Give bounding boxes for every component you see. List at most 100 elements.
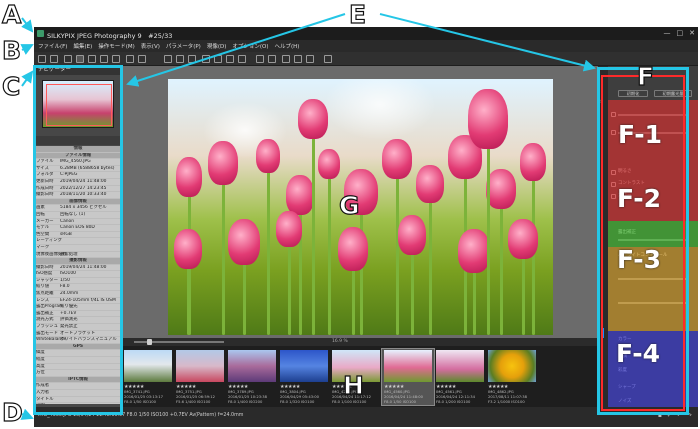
tulip-flower	[256, 139, 280, 173]
tulip-flower	[298, 99, 328, 139]
tulip-flower	[318, 149, 340, 179]
annotation-f: F	[636, 62, 655, 91]
filmstrip-thumbnail[interactable]: ★★★★★ IMG_4561.JPG 2016/04/24 12:11:34 F8.0…	[434, 349, 486, 405]
thumbnail-name: IMG_4561.JPG	[436, 390, 462, 394]
view-filmstrip-icon[interactable]	[76, 55, 84, 63]
rotate-left-icon[interactable]	[202, 55, 210, 63]
thumbnail-date: 2016/04/29 05:43:00	[280, 395, 319, 399]
annotation-f4: F-4	[616, 339, 661, 368]
menu-bar: ファイル(F) 編集(E) 操作モード(M) 表示(V) パラメータ(P) 現像…	[34, 40, 698, 52]
tulip-flower	[486, 169, 516, 209]
thumbnail-exif: F8.0 1/320 ISO100	[280, 400, 315, 404]
print-icon[interactable]	[294, 55, 302, 63]
mail-icon[interactable]	[238, 55, 246, 63]
view-single-icon[interactable]	[64, 55, 72, 63]
slider-knob[interactable]	[147, 339, 152, 345]
main-photo[interactable]	[168, 79, 553, 335]
tulip-flower	[468, 89, 508, 149]
batch-develop-icon[interactable]	[268, 55, 276, 63]
filmstrip-thumbnail[interactable]: ★★★★★ IMG_3751.JPG 2016/01/25 06:59:12 F5.6…	[174, 349, 226, 405]
thumbnail-exif: F8.0 1/100 ISO100	[332, 400, 367, 404]
maximize-button[interactable]: □	[677, 29, 684, 37]
thumbnail-exif: F5.6 1/400 ISO100	[176, 400, 211, 404]
thumbnail-name: IMG_3804.JPG	[280, 390, 306, 394]
tulip-stem	[429, 199, 432, 335]
filmstrip-thumbnail[interactable]: ★★★★★ IMG_3789.JPG 2016/01/25 10:23:38 F8.0…	[226, 349, 278, 405]
menu-develop[interactable]: 現像(D)	[207, 42, 227, 50]
crop-icon[interactable]	[176, 55, 184, 63]
menu-mode[interactable]: 操作モード(M)	[98, 42, 135, 50]
thumbnail-image[interactable]	[488, 350, 536, 382]
minimize-button[interactable]: —	[664, 29, 671, 37]
thumbnail-exif: F8.0 1/50 ISO100	[124, 400, 156, 404]
menu-help[interactable]: ヘルプ(H)	[274, 42, 299, 50]
window-title: SILKYPIX JPEG Photography 9 #25/33	[47, 32, 173, 40]
tulip-stem	[487, 145, 490, 335]
tulip-flower	[276, 211, 302, 247]
view-grid-icon[interactable]	[88, 55, 96, 63]
zoom-100-icon[interactable]	[138, 55, 146, 63]
tulip-stem	[328, 175, 331, 335]
annotation-a: A	[1, 0, 22, 29]
open-folder-icon[interactable]	[38, 55, 46, 63]
arrow-a	[21, 17, 34, 33]
tulip-stem	[473, 269, 476, 335]
develop-icon[interactable]	[256, 55, 264, 63]
tulip-stem	[522, 255, 525, 335]
fullscreen-icon[interactable]	[112, 55, 120, 63]
tulip-stem	[352, 267, 355, 335]
thumbnail-exif: F8.0 1/200 ISO100	[436, 400, 471, 404]
annotation-h: H	[342, 371, 364, 400]
save-icon[interactable]	[50, 55, 58, 63]
thumbnail-name: IMG_4560.JPG	[384, 390, 410, 394]
text-icon[interactable]	[306, 55, 314, 63]
tulip-stem	[267, 169, 270, 335]
filmstrip-thumbnail[interactable]: ★★★★★ IMG_3741.JPG 2016/01/25 03:13:17 F8.0…	[122, 349, 174, 405]
user-icon[interactable]	[324, 55, 332, 63]
annotation-c: C	[1, 72, 21, 101]
tulip-stem	[396, 175, 399, 335]
menu-view[interactable]: 表示(V)	[141, 42, 160, 50]
thumbnail-image[interactable]	[384, 350, 432, 382]
zoom-fit-icon[interactable]	[126, 55, 134, 63]
rotate-right-icon[interactable]	[214, 55, 222, 63]
flip-icon[interactable]	[226, 55, 234, 63]
thumbnail-name: IMG_4862.JPG	[488, 390, 514, 394]
annotation-b: B	[1, 36, 22, 65]
tulip-flower	[458, 229, 490, 273]
view-compare-icon[interactable]	[100, 55, 108, 63]
thumbnail-date: 2017/08/11 11:07:38	[488, 395, 527, 399]
thumbnail-image[interactable]	[228, 350, 276, 382]
tulip-flower	[382, 139, 412, 179]
export-icon[interactable]	[282, 55, 290, 63]
thumbnail-image[interactable]	[124, 350, 172, 382]
annotation-d: D	[1, 398, 23, 427]
thumbnail-image[interactable]	[280, 350, 328, 382]
annotation-f2: F-2	[617, 184, 662, 213]
filmstrip-thumbnail[interactable]: ★★★★★ IMG_4862.JPG 2017/08/11 11:07:38 F3.2…	[486, 349, 538, 405]
tulip-flower	[174, 229, 202, 269]
pick-icon[interactable]	[164, 55, 172, 63]
close-button[interactable]: ✕	[689, 29, 695, 37]
annotation-e: E	[348, 0, 367, 29]
filmstrip-thumbnail[interactable]: ★★★★★ IMG_3804.JPG 2016/04/29 05:43:00 F8.0…	[278, 349, 330, 405]
thumbnail-date: 2016/04/24 11:48:00	[384, 395, 423, 399]
tulip-flower	[176, 157, 202, 197]
tulip-flower	[338, 227, 368, 271]
pen-icon[interactable]	[188, 55, 196, 63]
thumbnail-image[interactable]	[176, 350, 224, 382]
menu-parameter[interactable]: パラメータ(P)	[166, 42, 201, 50]
annotation-f3: F-3	[617, 245, 662, 274]
thumbnail-date: 2016/04/24 12:11:34	[436, 395, 475, 399]
thumbnail-exif: F3.2 1/1000 ISO100	[488, 400, 525, 404]
tulip-flower	[286, 175, 314, 215]
menu-edit[interactable]: 編集(E)	[73, 42, 92, 50]
thumbnail-name: IMG_3741.JPG	[124, 390, 150, 394]
tulip-stem	[288, 243, 291, 335]
menu-file[interactable]: ファイル(F)	[38, 42, 67, 50]
menu-option[interactable]: オプション(O)	[232, 42, 268, 50]
thumbnail-image[interactable]	[436, 350, 484, 382]
tulip-flower	[398, 215, 426, 255]
filmstrip-thumbnail[interactable]: ★★★★★ IMG_4560.JPG 2016/04/24 11:48:00 F8.0…	[381, 348, 435, 406]
tulip-flower	[228, 219, 260, 265]
